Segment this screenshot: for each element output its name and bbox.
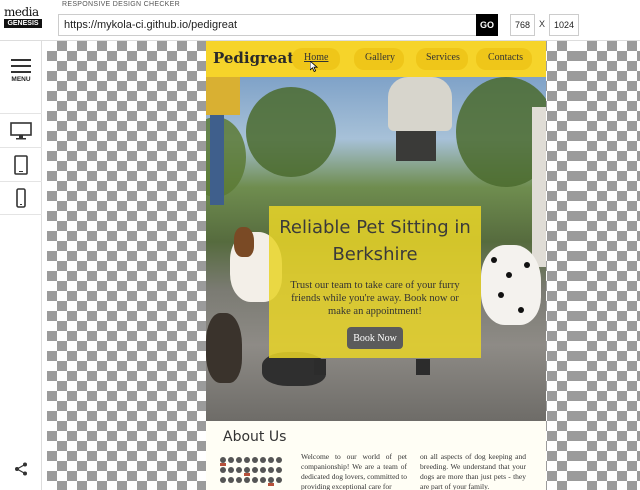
spot [518, 307, 524, 313]
site-navbar: Pedigreat Home Gallery Services Contacts [206, 41, 546, 77]
share-icon[interactable] [14, 462, 28, 476]
person-right [532, 107, 546, 267]
walker-shorts [396, 131, 436, 161]
person-shirt [206, 77, 240, 115]
go-button[interactable]: GO [476, 14, 498, 36]
hero-title-line: Berkshire [332, 244, 418, 265]
spot [524, 262, 530, 268]
url-input[interactable] [58, 14, 476, 36]
hero-card: Reliable Pet Sitting in Berkshire Trust … [269, 206, 481, 358]
nav-services[interactable]: Services [426, 52, 460, 63]
cursor-icon [310, 61, 318, 72]
nav-gallery[interactable]: Gallery [365, 52, 395, 63]
walker-shoe [416, 359, 430, 375]
team-photo [220, 457, 282, 486]
person-legs [210, 115, 224, 205]
logo-subtext: GENESIS [4, 19, 42, 28]
spot [506, 272, 512, 278]
media-genesis-logo[interactable]: media GENESIS [4, 6, 42, 32]
about-text-column: Welcome to our world of pet companionshi… [301, 452, 407, 490]
hero-description: Trust our team to take care of your furr… [290, 280, 460, 317]
hamburger-icon [11, 59, 31, 77]
device-preview[interactable]: Pedigreat Home Gallery Services Contacts [206, 41, 546, 490]
nav-contacts[interactable]: Contacts [488, 52, 523, 63]
walker-shoe [314, 359, 326, 375]
desktop-device-button[interactable] [0, 113, 42, 147]
mobile-icon [16, 188, 26, 208]
about-text-column: on all aspects of dog keeping and breedi… [420, 452, 526, 490]
tree-shape [246, 87, 336, 177]
top-bar: media GENESIS RESPONSIVE DESIGN CHECKER … [0, 0, 640, 41]
dog-ear [234, 227, 254, 257]
menu-button[interactable]: MENU [0, 54, 42, 90]
preview-canvas-right [577, 41, 640, 490]
dalmatian-shape [481, 245, 541, 325]
desktop-icon [10, 121, 32, 139]
menu-label: MENU [11, 76, 31, 83]
hero-title: Reliable Pet Sitting in Berkshire [269, 214, 481, 268]
sidebar: MENU [0, 41, 42, 490]
dog-shape [206, 313, 242, 383]
tablet-icon [14, 154, 28, 175]
site-brand[interactable]: Pedigreat [213, 49, 294, 67]
walker-shirt [388, 77, 452, 131]
width-input[interactable]: 768 [510, 14, 535, 36]
hero-title-line: Reliable Pet Sitting in [279, 217, 471, 238]
app-title: RESPONSIVE DESIGN CHECKER [62, 1, 180, 8]
height-input[interactable]: 1024 [549, 14, 579, 36]
spot [491, 257, 497, 263]
dimension-separator: X [539, 19, 546, 29]
tablet-device-button[interactable] [0, 147, 42, 181]
hero-section: Reliable Pet Sitting in Berkshire Trust … [206, 77, 546, 421]
book-now-button[interactable]: Book Now [347, 327, 403, 349]
logo-text: media [4, 5, 39, 19]
spot [498, 292, 504, 298]
mobile-device-button[interactable] [0, 181, 42, 215]
about-title: About Us [223, 429, 287, 445]
